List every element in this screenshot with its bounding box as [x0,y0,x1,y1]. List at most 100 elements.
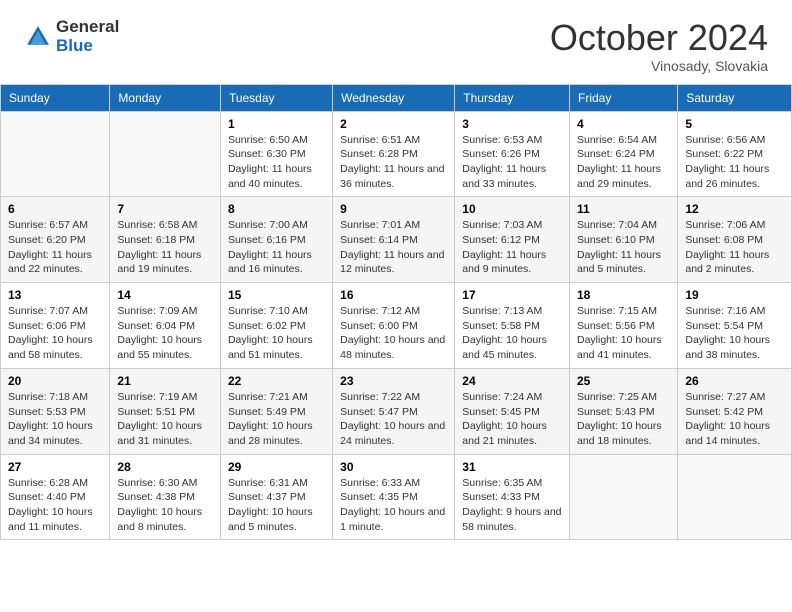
cell-details: Sunrise: 6:54 AM Sunset: 6:24 PM Dayligh… [577,133,670,192]
calendar-cell: 7Sunrise: 6:58 AM Sunset: 6:18 PM Daylig… [110,197,221,283]
day-number: 7 [117,202,213,216]
col-header-thursday: Thursday [455,84,570,111]
day-number: 29 [228,460,325,474]
calendar-cell: 15 Sunrise: 7:10 AM Sunset: 6:02 PM Dayli… [220,283,332,369]
cell-details: Sunrise: 7:13 AM Sunset: 5:58 PM Dayligh… [462,304,562,363]
day-number: 24 [462,374,562,388]
day-number: 27 [8,460,102,474]
day-number: 26 [685,374,784,388]
week-row-4: 20 Sunrise: 7:18 AM Sunset: 5:53 PM Dayli… [1,368,792,454]
month-title: October 2024 [550,18,768,58]
logo-general: General [56,18,119,37]
day-number: 6 [8,202,102,216]
col-header-sunday: Sunday [1,84,110,111]
cell-details: Sunrise: 7:25 AM Sunset: 5:43 PM Dayligh… [577,390,670,449]
cell-details: Sunrise: 6:30 AM Sunset: 4:38 PM Dayligh… [117,476,213,535]
calendar-cell: 10 Sunrise: 7:03 AM Sunset: 6:12 PM Dayli… [455,197,570,283]
calendar-cell: 29 Sunrise: 6:31 AM Sunset: 4:37 PM Dayli… [220,454,332,540]
cell-details: Sunrise: 7:04 AM Sunset: 6:10 PM Dayligh… [577,218,670,277]
calendar-cell: 20 Sunrise: 7:18 AM Sunset: 5:53 PM Dayli… [1,368,110,454]
calendar-cell [1,111,110,197]
day-number: 2 [340,117,447,131]
calendar-cell [678,454,792,540]
day-number: 1 [228,117,325,131]
calendar-cell: 6 Sunrise: 6:57 AM Sunset: 6:20 PM Daylig… [1,197,110,283]
cell-details: Sunrise: 7:22 AM Sunset: 5:47 PM Dayligh… [340,390,447,449]
week-row-5: 27 Sunrise: 6:28 AM Sunset: 4:40 PM Dayli… [1,454,792,540]
week-row-1: 1Sunrise: 6:50 AM Sunset: 6:30 PM Daylig… [1,111,792,197]
day-number: 16 [340,288,447,302]
cell-details: Sunrise: 7:10 AM Sunset: 6:02 PM Dayligh… [228,304,325,363]
calendar-cell: 8 Sunrise: 7:00 AM Sunset: 6:16 PM Daylig… [220,197,332,283]
cell-details: Sunrise: 7:15 AM Sunset: 5:56 PM Dayligh… [577,304,670,363]
calendar-cell: 24Sunrise: 7:24 AM Sunset: 5:45 PM Dayli… [455,368,570,454]
col-header-saturday: Saturday [678,84,792,111]
day-number: 3 [462,117,562,131]
calendar-cell: 3 Sunrise: 6:53 AM Sunset: 6:26 PM Daylig… [455,111,570,197]
calendar-cell: 31 Sunrise: 6:35 AM Sunset: 4:33 PM Dayli… [455,454,570,540]
day-number: 14 [117,288,213,302]
calendar-table: SundayMondayTuesdayWednesdayThursdayFrid… [0,84,792,541]
cell-details: Sunrise: 7:12 AM Sunset: 6:00 PM Dayligh… [340,304,447,363]
calendar-cell: 9 Sunrise: 7:01 AM Sunset: 6:14 PM Daylig… [333,197,455,283]
calendar-cell: 2 Sunrise: 6:51 AM Sunset: 6:28 PM Daylig… [333,111,455,197]
calendar-cell: 21Sunrise: 7:19 AM Sunset: 5:51 PM Dayli… [110,368,221,454]
logo: General Blue [24,18,119,55]
calendar-cell: 4 Sunrise: 6:54 AM Sunset: 6:24 PM Daylig… [570,111,678,197]
cell-details: Sunrise: 7:07 AM Sunset: 6:06 PM Dayligh… [8,304,102,363]
day-number: 20 [8,374,102,388]
calendar-wrap: SundayMondayTuesdayWednesdayThursdayFrid… [0,84,792,551]
day-number: 31 [462,460,562,474]
day-number: 9 [340,202,447,216]
calendar-cell: 26 Sunrise: 7:27 AM Sunset: 5:42 PM Dayli… [678,368,792,454]
calendar-cell: 30Sunrise: 6:33 AM Sunset: 4:35 PM Dayli… [333,454,455,540]
calendar-cell: 27 Sunrise: 6:28 AM Sunset: 4:40 PM Dayli… [1,454,110,540]
day-number: 23 [340,374,447,388]
cell-details: Sunrise: 7:27 AM Sunset: 5:42 PM Dayligh… [685,390,784,449]
week-row-3: 13 Sunrise: 7:07 AM Sunset: 6:06 PM Dayli… [1,283,792,369]
col-header-wednesday: Wednesday [333,84,455,111]
day-number: 19 [685,288,784,302]
day-number: 15 [228,288,325,302]
day-number: 30 [340,460,447,474]
week-row-2: 6 Sunrise: 6:57 AM Sunset: 6:20 PM Daylig… [1,197,792,283]
cell-details: Sunrise: 6:53 AM Sunset: 6:26 PM Dayligh… [462,133,562,192]
calendar-cell [570,454,678,540]
calendar-header-row: SundayMondayTuesdayWednesdayThursdayFrid… [1,84,792,111]
cell-details: Sunrise: 7:01 AM Sunset: 6:14 PM Dayligh… [340,218,447,277]
calendar-cell: 11 Sunrise: 7:04 AM Sunset: 6:10 PM Dayli… [570,197,678,283]
calendar-cell: 16 Sunrise: 7:12 AM Sunset: 6:00 PM Dayli… [333,283,455,369]
cell-details: Sunrise: 7:21 AM Sunset: 5:49 PM Dayligh… [228,390,325,449]
day-number: 13 [8,288,102,302]
calendar-cell: 13 Sunrise: 7:07 AM Sunset: 6:06 PM Dayli… [1,283,110,369]
title-block: October 2024 Vinosady, Slovakia [550,18,768,74]
calendar-cell: 1Sunrise: 6:50 AM Sunset: 6:30 PM Daylig… [220,111,332,197]
cell-details: Sunrise: 6:51 AM Sunset: 6:28 PM Dayligh… [340,133,447,192]
cell-details: Sunrise: 7:18 AM Sunset: 5:53 PM Dayligh… [8,390,102,449]
cell-details: Sunrise: 7:03 AM Sunset: 6:12 PM Dayligh… [462,218,562,277]
calendar-cell: 22 Sunrise: 7:21 AM Sunset: 5:49 PM Dayli… [220,368,332,454]
day-number: 11 [577,202,670,216]
cell-details: Sunrise: 6:56 AM Sunset: 6:22 PM Dayligh… [685,133,784,192]
cell-details: Sunrise: 6:31 AM Sunset: 4:37 PM Dayligh… [228,476,325,535]
cell-details: Sunrise: 6:57 AM Sunset: 6:20 PM Dayligh… [8,218,102,277]
col-header-tuesday: Tuesday [220,84,332,111]
day-number: 17 [462,288,562,302]
calendar-cell: 18Sunrise: 7:15 AM Sunset: 5:56 PM Dayli… [570,283,678,369]
cell-details: Sunrise: 6:35 AM Sunset: 4:33 PM Dayligh… [462,476,562,535]
calendar-cell: 17 Sunrise: 7:13 AM Sunset: 5:58 PM Dayli… [455,283,570,369]
cell-details: Sunrise: 7:06 AM Sunset: 6:08 PM Dayligh… [685,218,784,277]
day-number: 8 [228,202,325,216]
day-number: 22 [228,374,325,388]
cell-details: Sunrise: 7:16 AM Sunset: 5:54 PM Dayligh… [685,304,784,363]
page-header: General Blue October 2024 Vinosady, Slov… [0,0,792,84]
day-number: 4 [577,117,670,131]
cell-details: Sunrise: 7:00 AM Sunset: 6:16 PM Dayligh… [228,218,325,277]
calendar-cell: 5Sunrise: 6:56 AM Sunset: 6:22 PM Daylig… [678,111,792,197]
cell-details: Sunrise: 7:19 AM Sunset: 5:51 PM Dayligh… [117,390,213,449]
logo-icon [24,23,52,51]
location-subtitle: Vinosady, Slovakia [550,58,768,74]
cell-details: Sunrise: 6:28 AM Sunset: 4:40 PM Dayligh… [8,476,102,535]
day-number: 10 [462,202,562,216]
col-header-monday: Monday [110,84,221,111]
